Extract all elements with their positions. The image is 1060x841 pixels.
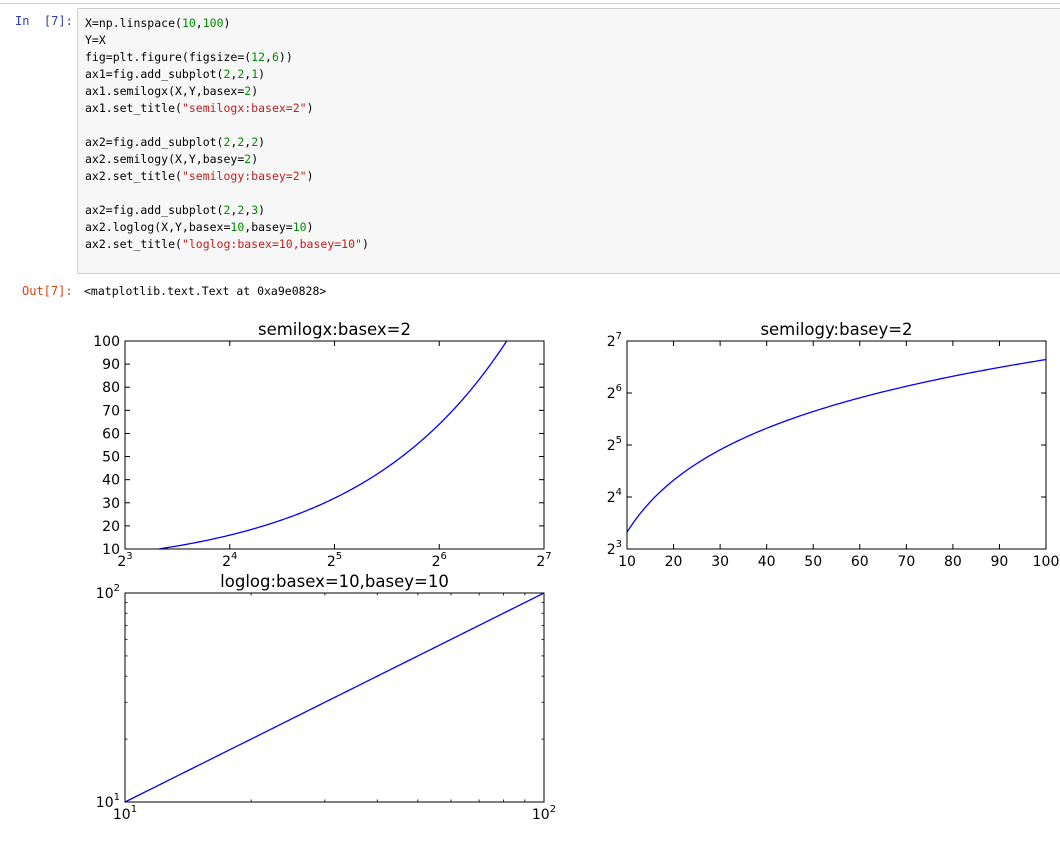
tick-label: 50 [804,554,822,570]
series-line [627,358,1046,533]
tick-label: 27 [607,331,622,350]
tick-label-base: 30 [102,496,120,512]
subplot-2: 10 20 30 40 50 60 70 80 90 1002324252627 semilogy:… [607,320,1060,570]
tick-label-base: 2 [222,554,231,570]
tick-label-base: 2 [607,438,616,454]
tick-label: 10 [618,554,636,570]
tick-label: 20 [665,554,683,570]
tick-label: 90 [991,554,1009,570]
tick-label: 100 [93,334,120,350]
tick-label-exponent: 2 [550,804,556,815]
tick-label-exponent: 3 [616,539,622,550]
axes-frame [626,340,1047,550]
tick-label-base: 50 [804,554,822,570]
tick-label-exponent: 6 [441,551,447,562]
chart-title: loglog:basex=10,basey=10 [220,572,449,591]
tick-label-base: 70 [102,403,120,419]
tick-label: 27 [536,551,551,570]
tick-label: 26 [607,383,622,402]
tick-label: 70 [897,554,915,570]
tick-label-base: 10 [618,554,636,570]
tick-label-base: 10 [532,807,550,823]
tick-label-exponent: 5 [616,435,622,446]
tick-label-base: 30 [711,554,729,570]
tick-label-exponent: 4 [231,551,237,562]
tick-label-base: 80 [944,554,962,570]
tick-label-exponent: 7 [616,331,622,342]
tick-label: 30 [711,554,729,570]
tick-label-base: 2 [607,386,616,402]
tick-label-base: 100 [93,334,120,350]
tick-label-base: 2 [607,334,616,350]
tick-label-base: 100 [1033,554,1060,570]
series-line [125,593,544,802]
tick-label-base: 40 [102,473,120,489]
tick-label-base: 80 [102,380,120,396]
tick-label: 60 [102,426,120,442]
subplot-1: 23 24 25 26 27102030405060708090100semilogx:… [93,320,551,570]
tick-label: 25 [607,435,622,454]
tick-label-exponent: 7 [545,551,551,562]
tick-label-base: 2 [536,554,545,570]
figure-output: 23 24 25 26 27102030405060708090100semilogx:… [93,320,1060,823]
tick-label: 40 [758,554,776,570]
tick-label-exponent: 4 [616,487,622,498]
tick-label: 70 [102,403,120,419]
tick-label-exponent: 2 [114,583,120,594]
axes-frame [124,340,545,550]
tick-label: 100 [1033,554,1060,570]
chart-title: semilogx:basex=2 [258,320,411,339]
tick-label-exponent: 5 [336,551,342,562]
tick-label: 26 [432,551,447,570]
tick-label-base: 2 [607,542,616,558]
tick-label: 60 [851,554,869,570]
tick-label: 24 [607,487,622,506]
tick-label-exponent: 1 [114,792,120,803]
tick-label: 20 [102,519,120,535]
tick-label-base: 10 [113,807,131,823]
tick-label-exponent: 6 [616,383,622,394]
tick-label: 50 [102,450,120,466]
tick-label-exponent: 3 [126,551,132,562]
tick-label: 102 [96,583,120,602]
tick-label-base: 70 [897,554,915,570]
tick-label-base: 90 [991,554,1009,570]
tick-label-base: 60 [851,554,869,570]
tick-label-base: 60 [102,426,120,442]
chart-title: semilogy:basey=2 [760,320,912,339]
tick-label-base: 2 [327,554,336,570]
tick-label: 102 [532,804,556,823]
tick-label-base: 40 [758,554,776,570]
tick-label-base: 10 [96,795,114,811]
tick-label: 90 [102,357,120,373]
tick-label-base: 20 [102,519,120,535]
tick-label-exponent: 1 [131,804,137,815]
tick-label: 30 [102,496,120,512]
tick-label-base: 2 [607,490,616,506]
subplot-3: 101 102101102 loglog:basex=10,basey=10 [96,572,556,823]
tick-label-base: 10 [96,586,114,602]
tick-label-base: 2 [432,554,441,570]
tick-label-base: 50 [102,450,120,466]
series-line [158,341,508,549]
tick-label-base: 90 [102,357,120,373]
tick-label: 25 [327,551,342,570]
tick-label: 40 [102,473,120,489]
tick-label: 80 [102,380,120,396]
tick-label: 101 [113,804,137,823]
tick-label: 24 [222,551,237,570]
tick-label: 10 [102,542,120,558]
tick-label: 80 [944,554,962,570]
tick-label-base: 10 [102,542,120,558]
tick-label-base: 20 [665,554,683,570]
